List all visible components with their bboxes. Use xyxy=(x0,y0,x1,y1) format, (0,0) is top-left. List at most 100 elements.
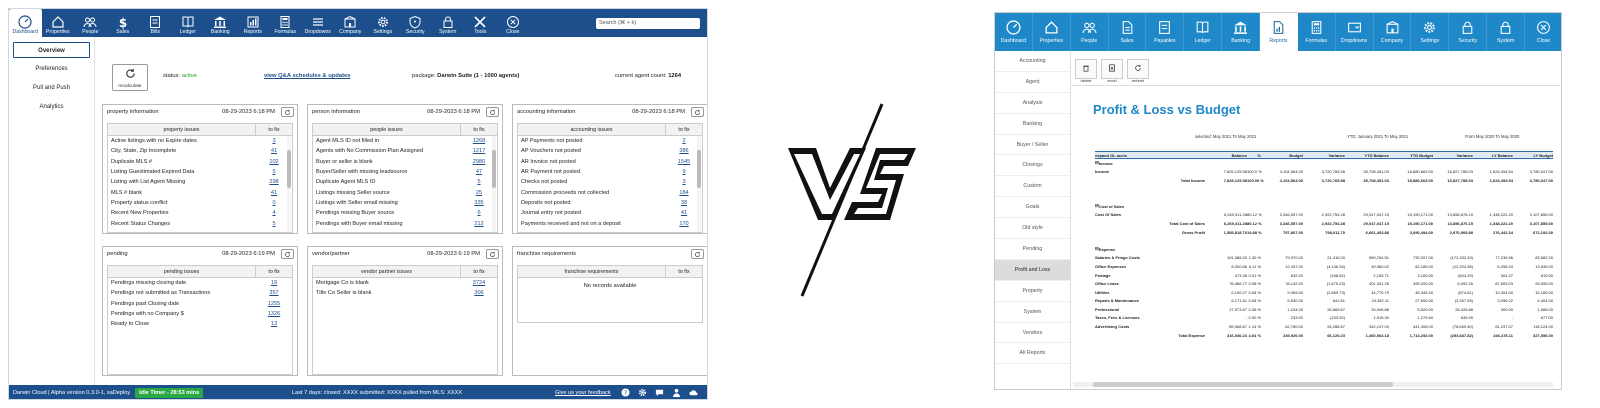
report-category-banking[interactable]: Banking xyxy=(995,114,1070,135)
empty-message: No records available xyxy=(583,283,637,289)
book-icon xyxy=(1195,20,1210,35)
scrollbar-thumb[interactable] xyxy=(1093,382,1393,387)
issue-count-link[interactable]: 357 xyxy=(256,290,292,296)
nav-sales[interactable]: Sales xyxy=(1109,13,1147,51)
sidebar-item-pull-and-push[interactable]: Pull and Push xyxy=(13,80,90,96)
nav-people[interactable]: People xyxy=(1071,13,1109,51)
column-header-expand-gl-accts[interactable]: expand GL accts xyxy=(1095,153,1211,158)
issue-count-link[interactable]: 1326 xyxy=(256,311,292,317)
report-category-closings[interactable]: Closings xyxy=(995,155,1070,177)
refresh-button[interactable] xyxy=(486,107,499,117)
nav-company[interactable]: Company xyxy=(1374,13,1412,51)
cell-value: 19.88 % xyxy=(1247,229,1262,235)
nav-formulas[interactable]: Formulas xyxy=(269,9,302,37)
nav-reports[interactable]: Reports xyxy=(237,9,270,37)
nav-security[interactable]: Security xyxy=(1449,13,1488,51)
idle-timer-badge: Idle Timer - 28:53 mins xyxy=(135,388,204,398)
report-category-buyer-seller[interactable]: Buyer / Seller xyxy=(995,135,1070,156)
nav-system[interactable]: System xyxy=(432,9,465,37)
account-name: Office Lease xyxy=(1095,281,1119,287)
cell-value: 1,915.30 xyxy=(1373,315,1389,321)
report-category-analysis[interactable]: Analysis xyxy=(995,93,1070,114)
nav-properties[interactable]: Properties xyxy=(1033,13,1071,51)
search-input[interactable]: Search (⌘ + k) xyxy=(596,18,700,29)
sidebar-item-preferences[interactable]: Preferences xyxy=(13,61,90,77)
horizontal-scrollbar[interactable] xyxy=(1073,382,1553,387)
refresh-button[interactable]: refresh xyxy=(1127,59,1149,83)
trash-icon xyxy=(1082,64,1090,72)
issue-name: Listing Guestimated Expired Data xyxy=(111,169,195,176)
report-category-custom[interactable]: Custom xyxy=(995,176,1070,198)
report-category-profit-and-loss[interactable]: Profit and Loss xyxy=(995,259,1070,281)
refresh-button[interactable] xyxy=(281,249,294,259)
report-category-old-style[interactable]: Old style xyxy=(995,218,1070,240)
nav-company[interactable]: Company xyxy=(334,9,367,37)
refresh-button[interactable] xyxy=(281,107,294,117)
report-category-vendors[interactable]: Vendors xyxy=(995,323,1070,344)
column-header-to-fix: to fix xyxy=(678,268,690,275)
issue-count-link[interactable]: 1255 xyxy=(256,301,292,307)
refresh-button[interactable] xyxy=(486,249,499,259)
nav-banking[interactable]: Banking xyxy=(1222,13,1261,51)
section-label: Cost of Sales xyxy=(1098,203,1125,209)
report-category-property[interactable]: Property xyxy=(995,281,1070,302)
issue-count-link[interactable]: 3724 xyxy=(461,280,497,286)
report-category-agent[interactable]: Agent xyxy=(995,72,1070,93)
cloud-icon[interactable] xyxy=(689,388,698,397)
nav-system[interactable]: System xyxy=(1487,13,1526,51)
gear-icon[interactable] xyxy=(638,388,647,397)
nav-people[interactable]: People xyxy=(74,9,107,37)
chat-icon[interactable] xyxy=(655,388,664,397)
refresh-button[interactable] xyxy=(691,107,704,117)
nav-close[interactable]: Close xyxy=(497,9,530,37)
nav-dropdowns[interactable]: Dropdowns xyxy=(302,9,335,37)
nav-formulas[interactable]: Formulas xyxy=(1298,13,1336,51)
nav-label: Settings xyxy=(373,28,393,35)
user-icon[interactable] xyxy=(672,388,681,397)
nav-reports[interactable]: Reports xyxy=(1260,13,1298,51)
cell-value: 2,155.71 xyxy=(1373,272,1389,278)
cell-value: 316,040.23 xyxy=(1226,332,1247,338)
nav-settings[interactable]: Settings xyxy=(367,9,400,37)
help-icon[interactable]: ? xyxy=(621,388,630,397)
qa-schedules-link[interactable]: view Q&A schedules & updates xyxy=(264,73,350,79)
scrollbar-thumb[interactable] xyxy=(492,150,496,188)
report-category-goals[interactable]: Goals xyxy=(995,197,1070,219)
nav-dropdowns[interactable]: Dropdowns xyxy=(1336,13,1374,51)
report-category-system[interactable]: System xyxy=(995,302,1070,323)
issue-count-link[interactable]: 306 xyxy=(461,290,497,296)
nav-properties[interactable]: Properties xyxy=(42,9,75,37)
scrollbar-thumb[interactable] xyxy=(287,150,291,188)
nav-bills[interactable]: Bills xyxy=(139,9,172,37)
recalculate-button[interactable]: recalculate xyxy=(112,64,148,91)
delete-button[interactable]: delete xyxy=(1075,59,1097,83)
feedback-link[interactable]: Give us your feedback xyxy=(555,390,611,396)
nav-dashboard[interactable]: Dashboard xyxy=(995,13,1033,51)
nav-dashboard[interactable]: Dashboard xyxy=(9,9,42,37)
nav-tools[interactable]: Tools xyxy=(464,9,497,37)
report-category-accounting[interactable]: Accounting xyxy=(995,51,1070,72)
excel-button[interactable]: excel xyxy=(1101,59,1123,83)
sidebar-item-overview[interactable]: Overview xyxy=(13,42,90,58)
nav-banking[interactable]: Banking xyxy=(204,9,237,37)
issue-count-link[interactable]: 13 xyxy=(256,321,292,327)
sidebar-item-analytics[interactable]: Analytics xyxy=(13,99,90,115)
nav-settings[interactable]: Settings xyxy=(1411,13,1450,51)
list-icon xyxy=(311,15,325,28)
report-category-pending[interactable]: Pending xyxy=(995,239,1070,260)
scrollbar-thumb[interactable] xyxy=(697,150,701,188)
nav-security[interactable]: Security xyxy=(399,9,432,37)
report-category-all-reports[interactable]: All Reports xyxy=(995,343,1070,365)
nav-ledger[interactable]: Ledger xyxy=(172,9,205,37)
bill-icon xyxy=(1157,20,1172,35)
nav-ledger[interactable]: Ledger xyxy=(1184,13,1223,51)
refresh-button[interactable] xyxy=(691,249,704,259)
toolbar-label: delete xyxy=(1080,78,1092,83)
nav-close[interactable]: Close xyxy=(1525,13,1561,51)
issue-count-link[interactable]: 19 xyxy=(256,280,292,286)
nav-label: Banking xyxy=(1231,38,1250,44)
doc-icon xyxy=(1120,20,1135,35)
nav-payables[interactable]: Payables xyxy=(1146,13,1185,51)
cell-value: 78,142.00 xyxy=(1285,281,1303,287)
nav-sales[interactable]: $ Sales xyxy=(107,9,140,37)
